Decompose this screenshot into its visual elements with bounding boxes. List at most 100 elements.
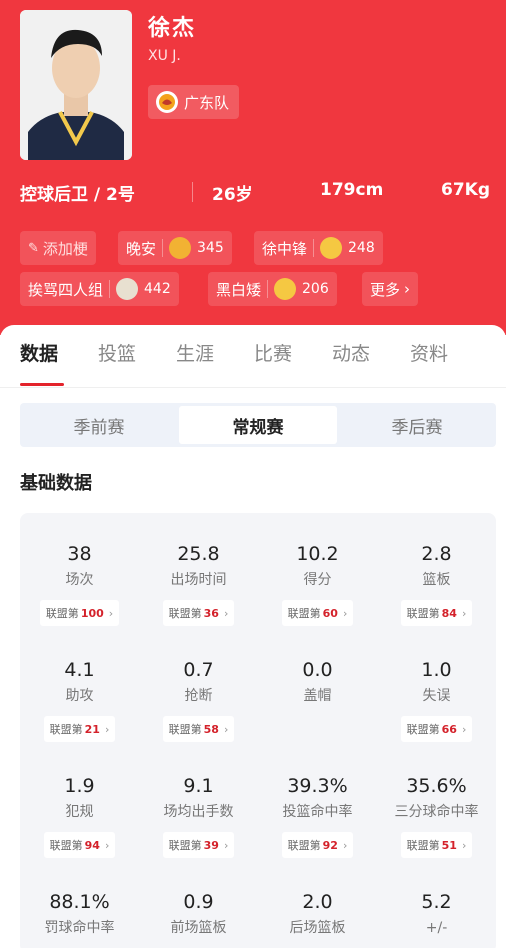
player-portrait-image <box>20 10 132 160</box>
stat-cell: 88.1% 罚球命中率 <box>20 889 139 939</box>
league-rank-button[interactable]: 联盟第 36 › <box>162 600 235 626</box>
league-rank-button[interactable]: 联盟第 58 › <box>162 716 235 742</box>
stat-label: 出场时间 <box>170 572 227 588</box>
stat-cell: 2.0 后场篮板 <box>258 889 377 939</box>
chevron-right-icon: › <box>404 280 411 298</box>
stat-value: 4.1 <box>64 659 95 681</box>
league-rank-button[interactable]: 联盟第 92 › <box>281 832 354 858</box>
stat-value: 0.9 <box>183 891 214 913</box>
tag-item[interactable]: 黑白矮 206 <box>208 272 337 306</box>
rank-prefix: 联盟第 <box>168 607 202 620</box>
tab-news[interactable]: 动态 <box>332 339 370 366</box>
stat-value: 25.8 <box>177 543 220 565</box>
tag-label: 徐中锋 <box>262 239 308 258</box>
section-title: 基础数据 <box>20 473 92 494</box>
segment-regular-season[interactable]: 常规赛 <box>179 406 337 444</box>
rank-number: 21 <box>84 722 100 736</box>
add-tag-button[interactable]: ✎ 添加梗 <box>20 231 96 265</box>
add-tag-label: 添加梗 <box>42 239 88 258</box>
tag-divider <box>109 280 111 298</box>
tag-item[interactable]: 挨骂四人组 442 <box>20 272 179 306</box>
chevron-right-icon: › <box>223 722 229 736</box>
tag-divider <box>162 239 164 257</box>
chevron-right-icon: › <box>108 606 114 620</box>
league-rank-button[interactable]: 联盟第 51 › <box>400 832 473 858</box>
stat-cell: 0.9 前场篮板 <box>139 889 258 939</box>
league-rank-button[interactable]: 联盟第 60 › <box>281 600 354 626</box>
player-info-row: 控球后卫 / 2号 26岁 179cm 67Kg <box>20 178 490 206</box>
league-rank-button[interactable]: 联盟第 84 › <box>400 600 473 626</box>
league-rank-button[interactable]: 联盟第 94 › <box>43 832 116 858</box>
stat-value: 1.0 <box>421 659 452 681</box>
chevron-right-icon: › <box>461 838 467 852</box>
player-weight: 67Kg <box>441 180 490 200</box>
stat-label: 后场篮板 <box>289 920 346 936</box>
stat-label: 犯规 <box>65 804 94 820</box>
rank-number: 39 <box>203 838 219 852</box>
stat-label: 罚球命中率 <box>44 920 115 936</box>
smirk-emoji-icon <box>274 278 297 300</box>
stat-cell: 0.7 抢断 联盟第 58 › <box>139 657 258 742</box>
tab-games[interactable]: 比赛 <box>254 339 292 366</box>
rank-prefix: 联盟第 <box>406 607 440 620</box>
season-selector: 季前赛 常规赛 季后赛 <box>20 403 496 447</box>
player-header: 徐杰 XU J. 广东队 控球后卫 / 2号 26岁 179cm 67Kg ✎ … <box>0 0 506 335</box>
tag-count: 345 <box>197 240 224 256</box>
chevron-right-icon: › <box>342 838 348 852</box>
tag-label: 挨骂四人组 <box>28 280 104 299</box>
rank-prefix: 联盟第 <box>168 723 202 736</box>
rank-prefix: 联盟第 <box>287 839 321 852</box>
team-badge[interactable]: 广东队 <box>148 85 240 119</box>
tab-profile[interactable]: 资料 <box>410 339 448 366</box>
rank-prefix: 联盟第 <box>168 839 202 852</box>
stat-label: 场均出手数 <box>163 804 234 820</box>
rank-prefix: 联盟第 <box>49 839 83 852</box>
tab-divider <box>0 387 506 388</box>
team-logo-icon <box>156 91 178 113</box>
smirk-emoji-icon <box>320 237 343 259</box>
player-name: 徐杰 <box>148 16 197 41</box>
stat-label: 场次 <box>65 572 94 588</box>
info-divider <box>192 182 193 202</box>
tag-divider <box>313 239 315 257</box>
stat-label: 前场篮板 <box>170 920 227 936</box>
pencil-icon: ✎ <box>28 240 39 256</box>
tag-divider <box>267 280 269 298</box>
tag-label: 黑白矮 <box>216 280 262 299</box>
segment-preseason[interactable]: 季前赛 <box>20 403 178 447</box>
rank-prefix: 联盟第 <box>49 723 83 736</box>
stat-cell: 4.1 助攻联盟第 21 › <box>20 657 139 742</box>
tab-shooting[interactable]: 投篮 <box>98 339 136 366</box>
chevron-right-icon: › <box>104 838 110 852</box>
chevron-right-icon: › <box>104 722 110 736</box>
stat-value: 39.3% <box>287 775 348 797</box>
rank-number: 100 <box>80 606 104 620</box>
league-rank-button[interactable]: 联盟第 39 › <box>162 832 235 858</box>
tag-item[interactable]: 徐中锋 248 <box>254 231 383 265</box>
stat-value: 2.8 <box>421 543 452 565</box>
tag-item[interactable]: 晚安 345 <box>118 231 232 265</box>
league-rank-button[interactable]: 联盟第 66 › <box>400 716 473 742</box>
stat-value: 9.1 <box>183 775 214 797</box>
more-tags-button[interactable]: 更多 › <box>362 272 419 306</box>
stat-cell: 25.8 出场时间联盟第 36 › <box>139 541 258 626</box>
rank-number: 36 <box>203 606 219 620</box>
tab-career[interactable]: 生涯 <box>176 339 214 366</box>
stat-label: 三分球命中率 <box>394 804 479 820</box>
tag-count: 442 <box>144 281 171 297</box>
segment-playoffs[interactable]: 季后赛 <box>338 403 496 447</box>
more-label: 更多 <box>370 280 401 299</box>
rank-prefix: 联盟第 <box>406 723 440 736</box>
rank-number: 60 <box>322 606 338 620</box>
chevron-right-icon: › <box>461 606 467 620</box>
stat-label: 助攻 <box>65 688 94 704</box>
stat-label: 篮板 <box>422 572 451 588</box>
stats-sheet: 数据 投篮 生涯 比赛 动态 资料 季前赛 常规赛 季后赛 基础数据 38 场次联… <box>0 325 506 948</box>
tab-data[interactable]: 数据 <box>20 339 58 366</box>
stat-cell: 1.0 失误联盟第 66 › <box>377 657 496 742</box>
league-rank-button[interactable]: 联盟第 100 › <box>39 600 120 626</box>
league-rank-button[interactable]: 联盟第 21 › <box>43 716 116 742</box>
stat-label: 失误 <box>422 688 451 704</box>
stat-cell: 1.9 犯规 联盟第 94 › <box>20 773 139 858</box>
rank-number: 66 <box>441 722 457 736</box>
